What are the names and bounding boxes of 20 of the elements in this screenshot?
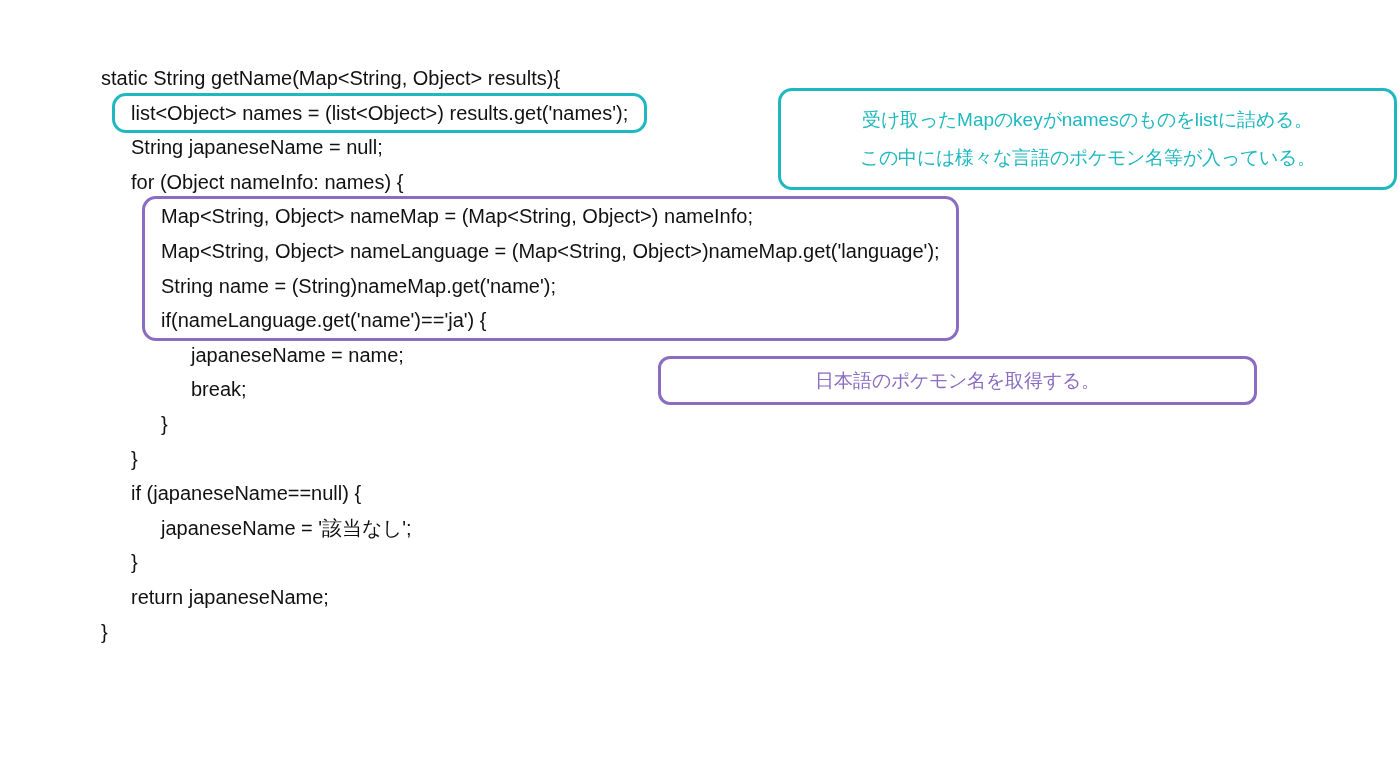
code-line: } (131, 550, 138, 576)
code-line: japaneseName = name; (191, 342, 404, 368)
annotation-text: 日本語のポケモン名を取得する。 (815, 368, 1100, 393)
code-line: static String getName(Map<String, Object> results){ (101, 66, 561, 91)
code-line: } (131, 446, 138, 472)
code-line: String name = (String)nameMap.get('name'); (161, 273, 557, 299)
code-line: String japaneseName = null; (131, 135, 383, 161)
code-line: break; (191, 377, 247, 403)
annotation-text: 受け取ったMapのkeyがnamesのものをlistに詰める。 (862, 108, 1313, 132)
code-line: list<Object> names = (list<Object>) results.get('names'); (131, 100, 629, 126)
code-line: if (japaneseName==null) { (131, 481, 362, 507)
code-line: if(nameLanguage.get('name')=='ja') { (161, 308, 487, 334)
code-line: japaneseName = '該当なし'; (161, 515, 412, 541)
code-line: } (101, 619, 108, 645)
code-line: } (161, 411, 168, 437)
code-line: for (Object nameInfo: names) { (131, 169, 404, 195)
code-line: Map<String, Object> nameMap = (Map<String, Object>) nameInfo; (161, 204, 753, 230)
annotation-text: この中には様々な言語のポケモン名等が入っている。 (859, 146, 1316, 170)
code-line: Map<String, Object> nameLanguage = (Map<String, Object>)nameMap.get('language'); (161, 238, 940, 264)
code-line: return japaneseName; (131, 584, 329, 610)
